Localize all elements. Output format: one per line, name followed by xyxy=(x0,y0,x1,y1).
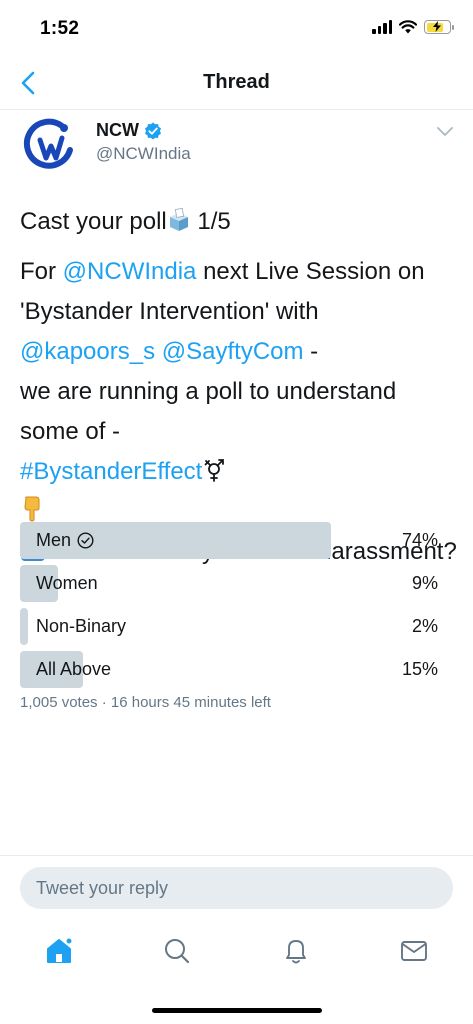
poll-bar xyxy=(20,608,28,645)
poll-option-percent: 74% xyxy=(401,530,438,550)
tab-messages[interactable] xyxy=(397,934,431,968)
chevron-down-icon[interactable] xyxy=(435,124,455,140)
tweet-line-5: #BystanderEffect xyxy=(20,452,460,492)
poll-option-women[interactable]: Women 9% xyxy=(20,565,440,602)
battery-icon xyxy=(424,20,454,34)
mention-kapoors-link[interactable]: @kapoors_s xyxy=(20,338,155,365)
poll-option-men[interactable]: Men 74% xyxy=(20,522,440,559)
status-icons xyxy=(372,20,454,34)
mention-ncwindia-link[interactable]: @NCWIndia xyxy=(63,258,197,285)
poll-option-label: All Above xyxy=(36,659,112,679)
divider xyxy=(0,855,473,856)
home-indicator xyxy=(152,1008,322,1013)
tweet-line-4: we are running a poll to understand some… xyxy=(20,378,397,445)
poll-option-non-binary[interactable]: Non-Binary 2% xyxy=(20,608,440,645)
tab-bar xyxy=(0,922,473,978)
tweet-line-2: For @NCWIndia next Live Session on 'Byst… xyxy=(20,258,425,325)
poll-option-label: Non-Binary xyxy=(36,616,127,636)
tab-home[interactable] xyxy=(42,934,76,968)
verified-badge-icon xyxy=(145,122,161,139)
pointing-down-icon xyxy=(24,496,40,522)
ballot-box-icon xyxy=(169,208,188,231)
mention-sayftycom-link[interactable]: @SayftyCom xyxy=(162,338,304,365)
bell-icon xyxy=(286,940,306,964)
transgender-symbol-icon xyxy=(204,459,225,482)
author-handle[interactable]: @NCWIndia xyxy=(96,144,191,164)
cellular-signal-icon xyxy=(372,20,392,34)
author-name[interactable]: NCW xyxy=(96,120,139,141)
mail-icon xyxy=(401,941,427,961)
poll-option-percent: 2% xyxy=(411,616,438,636)
nav-bar: Thread xyxy=(0,58,473,110)
poll-option-label: Men xyxy=(36,530,72,550)
hashtag-bystandereffect-link[interactable]: #BystanderEffect xyxy=(20,458,202,485)
tweet-line-1: Cast your poll 1/5 xyxy=(20,208,231,235)
tweet-line-3: @kapoors_s @SayftyCom - xyxy=(20,338,319,365)
poll-option-percent: 9% xyxy=(411,573,438,593)
page-title: Thread xyxy=(203,71,270,93)
author-name-row: NCW xyxy=(96,120,162,141)
reply-input[interactable]: Tweet your reply xyxy=(20,867,453,909)
check-circle-icon xyxy=(77,532,94,549)
wifi-icon xyxy=(399,20,417,34)
tweet-text: Cast your poll 1/5 For @NCWIndia next Li… xyxy=(20,202,460,572)
status-time: 1:52 xyxy=(40,18,80,39)
poll-option-percent: 15% xyxy=(401,659,438,679)
search-icon xyxy=(165,939,190,964)
poll-meta: 1,005 votes · 16 hours 45 minutes left xyxy=(20,694,271,711)
tab-notifications[interactable] xyxy=(279,934,313,968)
ncw-logo-icon xyxy=(20,116,80,176)
poll-option-all-above[interactable]: All Above 15% xyxy=(20,651,440,688)
poll: Men 74% Women 9% Non-Binary 2% All Above… xyxy=(20,522,440,711)
home-icon xyxy=(47,937,73,963)
tab-search[interactable] xyxy=(160,934,194,968)
poll-option-label: Women xyxy=(36,573,98,593)
avatar[interactable] xyxy=(20,116,80,176)
status-bar: 1:52 xyxy=(0,0,473,58)
